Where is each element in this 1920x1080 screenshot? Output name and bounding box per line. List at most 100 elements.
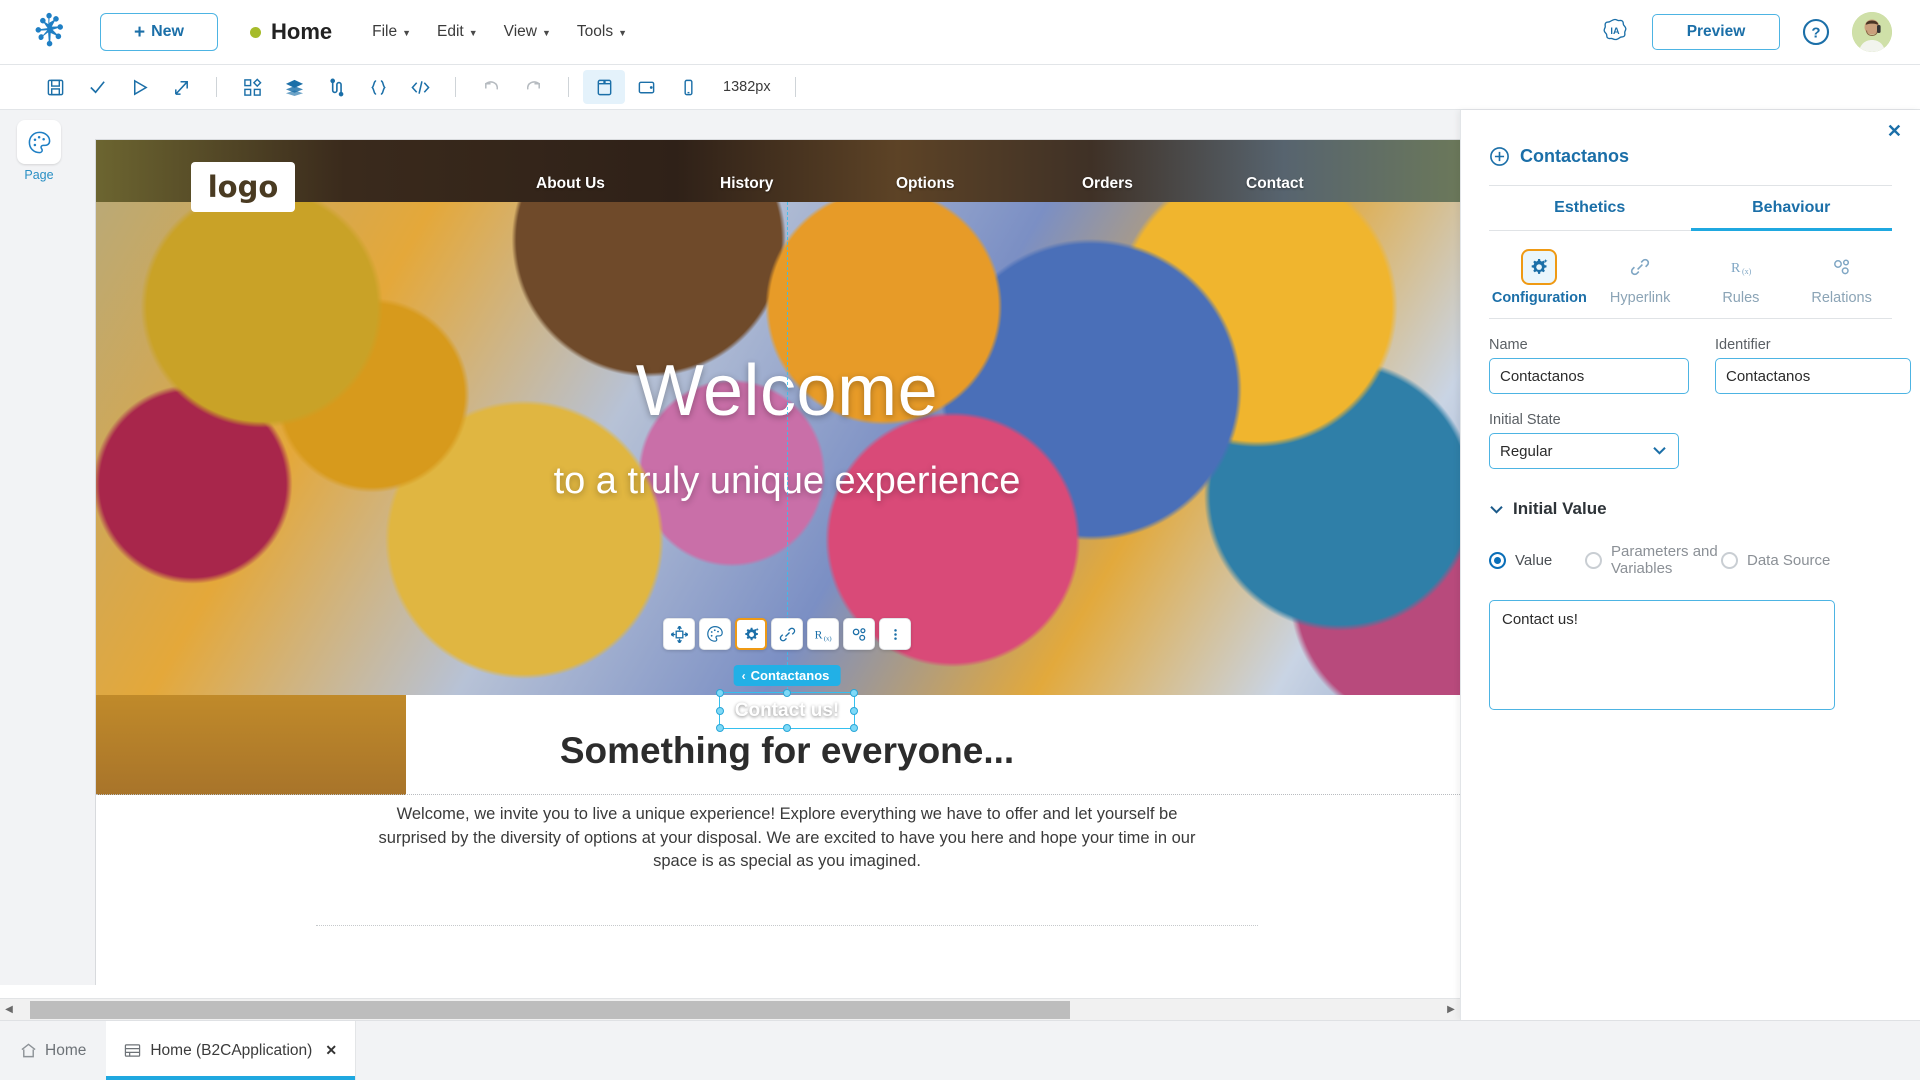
code-icon[interactable] [399,70,441,104]
close-icon[interactable]: ✕ [1887,122,1902,140]
radio-value[interactable]: Value [1489,552,1585,569]
home-icon [21,1043,36,1058]
ia-badge-icon[interactable]: IA [1600,17,1630,47]
initial-value-textarea[interactable]: Contact us! [1489,599,1835,710]
resize-handle-se[interactable] [850,724,858,732]
rail-item-page[interactable]: Page [17,120,61,182]
element-breadcrumb-tag[interactable]: ‹ Contactanos [733,665,841,686]
run-icon[interactable] [118,70,160,104]
more-options-icon[interactable] [879,618,911,650]
resize-handle-nw[interactable] [716,689,724,697]
resize-handle-sw[interactable] [716,724,724,732]
menu-bar: File ▼ Edit ▼ View ▼ Tools ▼ [372,23,627,41]
rules-icon[interactable]: R (x) [807,618,839,650]
canvas-horizontal-scrollbar[interactable]: ◀ ▶ [0,998,1460,1020]
application-window: + New Home File ▼ Edit ▼ View ▼ Tools ▼ [0,0,1920,1080]
resize-handle-ne[interactable] [850,689,858,697]
scrollbar-thumb[interactable] [30,1000,1070,1019]
layers-icon[interactable] [273,70,315,104]
section-title[interactable]: Something for everyone... [96,730,1478,772]
genexus-logo-icon[interactable] [28,9,74,55]
identifier-input[interactable] [1715,358,1911,394]
close-icon[interactable]: ✕ [325,1042,337,1059]
panel-divider-2 [1489,318,1892,319]
subtab-rules-label: Rules [1722,290,1760,306]
tablet-view-icon[interactable] [625,70,667,104]
initial-value-section-header[interactable]: Initial Value [1489,499,1892,519]
menu-file[interactable]: File ▼ [372,23,411,41]
avatar[interactable] [1852,12,1892,52]
content-section: Something for everyone... Welcome, we in… [96,695,1478,985]
nav-item-about-us[interactable]: About Us [536,175,605,193]
nav-item-options[interactable]: Options [896,175,955,193]
menu-edit[interactable]: Edit ▼ [437,23,478,41]
section-paragraph[interactable]: Welcome, we invite you to live a unique … [372,803,1202,874]
nav-item-contact[interactable]: Contact [1246,175,1304,193]
selected-element-contact-button[interactable]: Contact us! [716,689,858,732]
braces-icon[interactable] [357,70,399,104]
resize-handle-s[interactable] [783,724,791,732]
plus-circle-icon[interactable] [1489,146,1510,167]
svg-text:IA: IA [1610,26,1620,36]
subtab-hyperlink[interactable]: Hyperlink [1590,249,1691,306]
subtab-hyperlink-label: Hyperlink [1609,290,1671,306]
desktop-view-icon[interactable] [583,70,625,104]
move-icon[interactable] [663,618,695,650]
bottom-tab-label: Home (B2CApplication) [150,1041,313,1059]
subtab-configuration[interactable]: Configuration [1489,249,1590,306]
top-bar-right: IA Preview ? [1600,12,1902,52]
nav-item-orders[interactable]: Orders [1082,175,1133,193]
mobile-view-icon[interactable] [667,70,709,104]
data-icon[interactable] [315,70,357,104]
bottom-home-tab[interactable]: Home [0,1021,106,1080]
save-icon[interactable] [34,70,76,104]
panel-header: Contactanos [1461,110,1920,167]
relations-icon[interactable] [843,618,875,650]
nav-item-history[interactable]: History [720,175,773,193]
initial-value-section-label: Initial Value [1513,499,1607,518]
page-status-dot [250,26,261,38]
svg-text:(x): (x) [824,635,832,642]
subtab-rules[interactable]: R (x) Rules [1691,249,1792,306]
radio-parameters-and-variables[interactable]: Parameters and Variables [1585,543,1721,578]
resize-handle-w[interactable] [716,706,724,715]
chevron-down-icon: ▼ [402,28,412,38]
svg-text:R: R [1731,261,1741,276]
settings-gear-icon[interactable] [735,618,767,650]
name-input[interactable] [1489,358,1689,394]
resize-handle-n[interactable] [783,689,791,697]
page-canvas[interactable]: logo About Us History Options Orders Con… [96,140,1478,985]
scrollbar-track[interactable] [18,1000,1442,1019]
preview-button[interactable]: Preview [1652,14,1780,50]
canvas-width-value[interactable]: 1382px [723,79,771,95]
chevron-down-icon: ▼ [542,28,551,38]
question-circle-icon[interactable]: ? [1802,18,1830,46]
check-icon[interactable] [76,70,118,104]
name-label: Name [1489,337,1528,353]
menu-view[interactable]: View ▼ [504,23,551,41]
redo-icon[interactable] [512,70,554,104]
new-button[interactable]: + New [100,13,218,51]
resize-handle-e[interactable] [850,706,858,715]
left-rail: Page [0,110,78,985]
panel-title: Contactanos [1520,146,1630,166]
initial-value-radio-group: Value Parameters and Variables Data Sour… [1489,543,1892,578]
undo-icon[interactable] [470,70,512,104]
site-logo[interactable]: logo [191,162,295,212]
initial-state-select[interactable]: Regular [1489,433,1679,469]
subtab-relations[interactable]: Relations [1791,249,1892,306]
radio-data-source[interactable]: Data Source [1721,552,1830,569]
tab-esthetics[interactable]: Esthetics [1489,186,1691,231]
deploy-icon[interactable] [160,70,202,104]
scroll-left-arrow[interactable]: ◀ [0,1004,18,1015]
palette-icon[interactable] [699,618,731,650]
menu-tools[interactable]: Tools ▼ [577,23,627,41]
scroll-right-arrow[interactable]: ▶ [1442,1004,1460,1015]
initial-state-row: Initial State Regular [1489,412,1892,469]
link-icon[interactable] [771,618,803,650]
toolbar-separator [216,77,217,97]
bottom-active-tab[interactable]: Home (B2CApplication) ✕ [106,1021,357,1080]
tab-behaviour[interactable]: Behaviour [1690,186,1892,231]
components-icon[interactable] [231,70,273,104]
svg-text:R: R [815,628,823,641]
